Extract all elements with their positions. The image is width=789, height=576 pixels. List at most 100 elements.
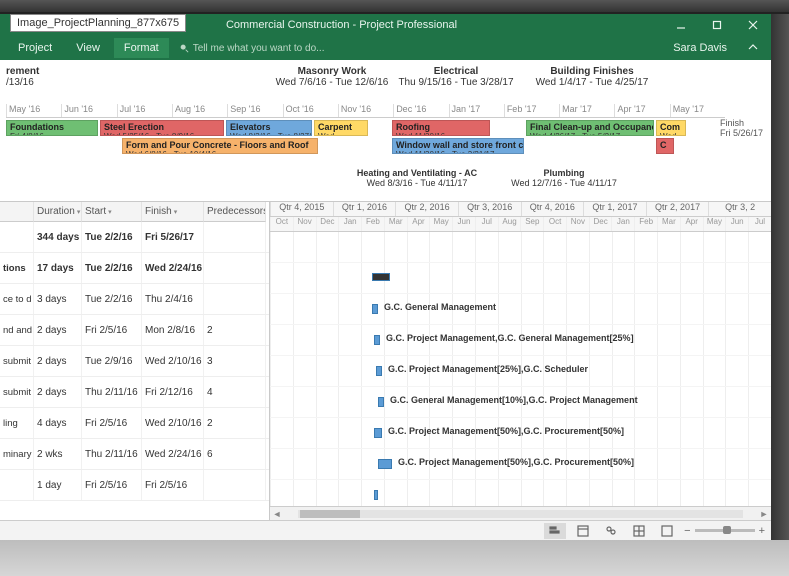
grid-cell[interactable]: 344 days [34,222,82,252]
scroll-thumb[interactable] [300,510,360,518]
minimize-button[interactable] [663,14,699,36]
grid-cell[interactable]: ce to d sign [0,284,34,314]
grid-row[interactable]: 344 daysTue 2/2/16Fri 5/26/17 [0,222,269,253]
task-grid[interactable]: Duration▾Start▾Finish▾Predecessors 344 d… [0,202,270,520]
view-team-planner-button[interactable] [600,523,622,539]
zoom-in-button[interactable]: + [759,525,765,537]
timeline-bar[interactable]: Steel ErectionWed 5/25/16 - Tue 8/9/16 [100,120,224,136]
grid-cell[interactable]: 2 [204,315,266,345]
grid-cell[interactable] [204,470,266,500]
grid-cell[interactable]: 4 [204,377,266,407]
view-gantt-button[interactable] [544,523,566,539]
zoom-out-button[interactable]: − [684,525,690,537]
gantt-bar[interactable] [378,397,384,407]
grid-cell[interactable]: Tue 2/2/16 [82,284,142,314]
grid-row[interactable]: ce to d sign3 daysTue 2/2/16Thu 2/4/16 [0,284,269,315]
grid-cell[interactable]: Thu 2/11/16 [82,377,142,407]
view-task-usage-button[interactable] [572,523,594,539]
grid-cell[interactable]: 3 days [34,284,82,314]
timeline-bar[interactable]: FoundationsFri 4/8/16 - [6,120,98,136]
timeline-bar[interactable]: ElevatorsWed 8/3/16 - Tue 8/27/16 [226,120,312,136]
grid-row[interactable]: 1 dayFri 2/5/16Fri 2/5/16 [0,470,269,501]
gantt-bar[interactable] [374,428,382,438]
gantt-bar[interactable] [372,273,390,281]
grid-cell[interactable]: 2 [204,408,266,438]
grid-cell[interactable]: Fri 2/5/16 [142,470,204,500]
grid-cell[interactable]: Fri 2/5/16 [82,470,142,500]
grid-column-header[interactable]: Predecessors [204,202,266,222]
timeline-bar[interactable]: Final Clean-up and OccupancyWed 4/26/17 … [526,120,654,136]
grid-cell[interactable]: 4 days [34,408,82,438]
scroll-left-arrow[interactable]: ◄ [270,509,284,519]
gantt-bar[interactable] [372,304,378,314]
grid-cell[interactable] [0,222,34,252]
grid-column-header[interactable]: Finish▾ [142,202,204,222]
tell-me-search[interactable]: Tell me what you want to do... [179,43,325,54]
grid-cell[interactable]: 2 days [34,377,82,407]
timeline-bar[interactable]: C [656,138,674,154]
grid-cell[interactable]: nd and [0,315,34,345]
close-button[interactable] [735,14,771,36]
gantt-horizontal-scrollbar[interactable]: ◄ ► [270,506,771,520]
timeline-bar[interactable]: Form and Pour Concrete - Floors and Roof… [122,138,318,154]
grid-column-header[interactable]: Start▾ [82,202,142,222]
grid-cell[interactable]: Tue 2/9/16 [82,346,142,376]
maximize-button[interactable] [699,14,735,36]
view-resource-sheet-button[interactable] [628,523,650,539]
grid-cell[interactable] [0,470,34,500]
grid-cell[interactable]: minary gs [0,439,34,469]
scroll-right-arrow[interactable]: ► [757,509,771,519]
grid-column-header[interactable]: Duration▾ [34,202,82,222]
grid-cell[interactable]: Fri 2/5/16 [82,408,142,438]
grid-cell[interactable]: 6 [204,439,266,469]
timeline-bar[interactable]: ComWed [656,120,686,136]
gantt-bar[interactable] [374,490,378,500]
grid-row[interactable]: nd and2 daysFri 2/5/16Mon 2/8/162 [0,315,269,346]
gantt-chart[interactable]: Qtr 4, 2015Qtr 1, 2016Qtr 2, 2016Qtr 3, … [270,202,771,520]
timeline-bar[interactable]: Window wall and store front closuresWed … [392,138,524,154]
grid-cell[interactable]: Fri 2/12/16 [142,377,204,407]
timeline-panel[interactable]: rement /13/16 Masonry WorkWed 7/6/16 - T… [0,60,771,202]
grid-cell[interactable]: Thu 2/11/16 [82,439,142,469]
grid-cell[interactable]: 3 [204,346,266,376]
ribbon-tab-format[interactable]: Format [114,38,169,58]
gantt-bar[interactable] [374,335,380,345]
grid-cell[interactable]: Mon 2/8/16 [142,315,204,345]
grid-cell[interactable]: Wed 2/24/16 [142,439,204,469]
grid-row[interactable]: minary gs2 wksThu 2/11/16Wed 2/24/166 [0,439,269,470]
ribbon-tab-project[interactable]: Project [8,38,62,58]
grid-cell[interactable]: 2 days [34,346,82,376]
grid-cell[interactable]: Wed 2/10/16 [142,346,204,376]
grid-cell[interactable]: Wed 2/24/16 [142,253,204,283]
grid-cell[interactable]: 2 wks [34,439,82,469]
grid-cell[interactable] [204,222,266,252]
grid-cell[interactable]: ling [0,408,34,438]
gantt-bar[interactable] [376,366,382,376]
timeline-bar[interactable]: RoofingWed 11/30/16 - [392,120,490,136]
collapse-ribbon-button[interactable] [735,37,771,59]
grid-cell[interactable]: Wed 2/10/16 [142,408,204,438]
grid-cell[interactable]: tions [0,253,34,283]
grid-cell[interactable] [204,284,266,314]
grid-cell[interactable]: 1 day [34,470,82,500]
grid-cell[interactable]: Fri 2/5/16 [82,315,142,345]
grid-cell[interactable]: Thu 2/4/16 [142,284,204,314]
grid-cell[interactable]: Tue 2/2/16 [82,222,142,252]
grid-cell[interactable]: 2 days [34,315,82,345]
grid-row[interactable]: ling4 daysFri 2/5/16Wed 2/10/162 [0,408,269,439]
grid-cell[interactable] [204,253,266,283]
grid-row[interactable]: submit values2 daysThu 2/11/16Fri 2/12/1… [0,377,269,408]
grid-cell[interactable]: Tue 2/2/16 [82,253,142,283]
grid-column-header[interactable] [0,202,34,222]
view-reports-button[interactable] [656,523,678,539]
ribbon-tab-view[interactable]: View [66,38,110,58]
timeline-bar[interactable]: CarpentWed [314,120,368,136]
grid-cell[interactable]: submit dule [0,346,34,376]
grid-row[interactable]: tions17 daysTue 2/2/16Wed 2/24/16 [0,253,269,284]
grid-cell[interactable]: 17 days [34,253,82,283]
zoom-slider[interactable] [695,529,755,532]
gantt-bar[interactable] [378,459,392,469]
grid-cell[interactable]: Fri 5/26/17 [142,222,204,252]
grid-cell[interactable]: submit values [0,377,34,407]
grid-row[interactable]: submit dule2 daysTue 2/9/16Wed 2/10/163 [0,346,269,377]
